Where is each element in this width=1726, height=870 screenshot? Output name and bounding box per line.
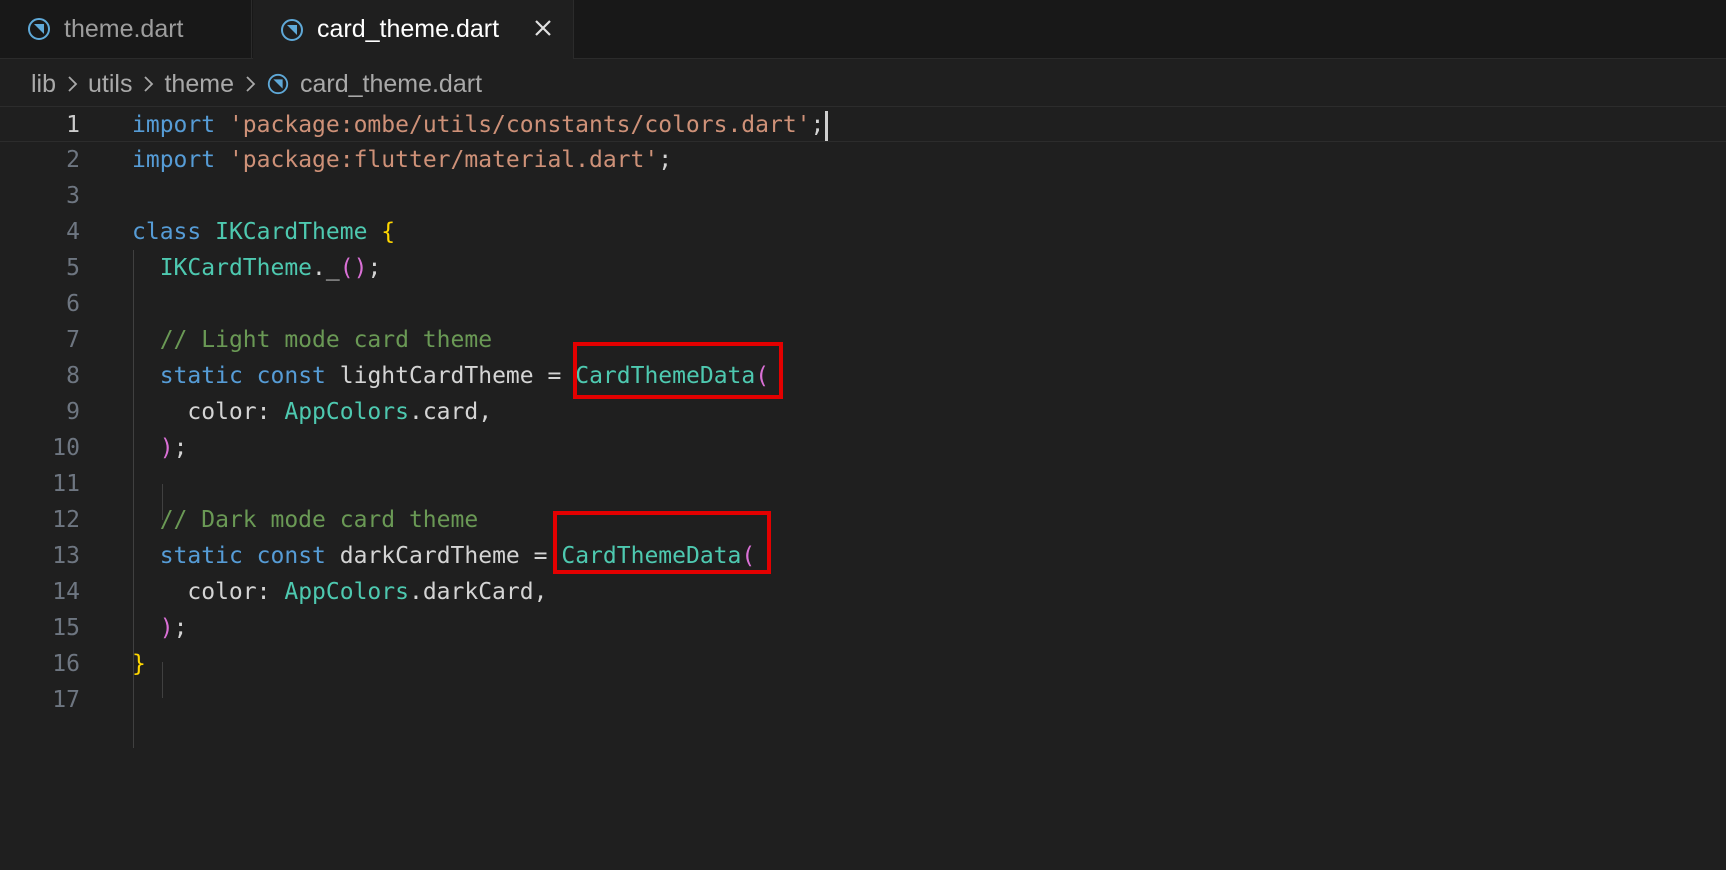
class-name: AppColors (284, 399, 409, 425)
breadcrumb-item-lib[interactable]: lib (31, 70, 56, 99)
line-number: 17 (52, 687, 80, 713)
chevron-right-icon (68, 76, 78, 92)
code-line: 2 import 'package:flutter/material.dart'… (0, 142, 1726, 178)
code-line: 9 color: AppColors.card, (0, 394, 1726, 430)
breadcrumb: lib utils theme card_theme.dart (31, 64, 482, 104)
keyword: const (256, 543, 326, 569)
line-number: 12 (52, 507, 80, 533)
dart-file-icon (28, 18, 50, 40)
line-number: 4 (66, 219, 80, 245)
code-line: 14 color: AppColors.darkCard, (0, 574, 1726, 610)
code-line: 1 import 'package:ombe/utils/constants/c… (0, 106, 1726, 142)
comment: // Dark mode card theme (159, 507, 479, 533)
line-number: 1 (66, 112, 80, 138)
property-name: color: (187, 579, 271, 605)
line-number: 16 (52, 651, 80, 677)
line-number: 10 (52, 435, 80, 461)
code-line: 4 class IKCardTheme { (0, 214, 1726, 250)
text-cursor (825, 110, 829, 141)
property-name: color: (187, 399, 271, 425)
class-name: AppColors (284, 579, 409, 605)
parens: ) (159, 615, 174, 641)
code-line: 13 static const darkCardTheme = CardThem… (0, 538, 1726, 574)
keyword: class (132, 219, 202, 245)
tab-label: card_theme.dart (317, 15, 500, 43)
code-line: 3 (0, 178, 1726, 214)
code-line: 12 // Dark mode card theme (0, 502, 1726, 538)
code-line: 15 ); (0, 610, 1726, 646)
punctuation: ; (810, 112, 825, 138)
code-editor[interactable]: 1 import 'package:ombe/utils/constants/c… (0, 104, 1726, 870)
string-literal: 'package:flutter/material.dart' (228, 147, 659, 173)
variable-name: lightCardTheme (339, 363, 534, 389)
punctuation: ; (173, 435, 188, 461)
tab-card-theme-dart[interactable]: card_theme.dart (253, 0, 574, 59)
line-number: 15 (52, 615, 80, 641)
member-access: .darkCard, (408, 579, 548, 605)
line-number: 6 (66, 291, 80, 317)
operator: = (533, 543, 548, 569)
breadcrumb-item-utils[interactable]: utils (88, 70, 132, 99)
code-line: 17 (0, 682, 1726, 718)
line-number: 11 (52, 471, 80, 497)
line-number: 2 (66, 147, 80, 173)
parens: ) (159, 435, 174, 461)
class-name: IKCardTheme (159, 255, 313, 281)
brace: } (132, 651, 146, 677)
line-number: 8 (66, 363, 80, 389)
dart-file-icon (281, 18, 303, 41)
close-icon[interactable] (529, 14, 557, 42)
code-line: 10 ); (0, 430, 1726, 466)
code-line: 6 (0, 286, 1726, 322)
line-number: 5 (66, 255, 80, 281)
keyword: static (159, 363, 243, 389)
chevron-right-icon (144, 76, 154, 92)
string-literal: 'package:ombe/utils/constants/colors.dar… (228, 112, 811, 138)
code-line: 8 static const lightCardTheme = CardThem… (0, 358, 1726, 394)
punctuation: ; (658, 147, 673, 173)
variable-name: darkCardTheme (339, 543, 520, 569)
punctuation: ._ (312, 255, 340, 281)
breadcrumb-item-file[interactable]: card_theme.dart (300, 70, 482, 99)
member-access: .card, (408, 399, 493, 425)
line-number: 13 (52, 543, 80, 569)
highlight-box-dark-cardthemedata (553, 511, 771, 574)
class-name: IKCardTheme (215, 219, 368, 245)
code-line: 11 (0, 466, 1726, 502)
keyword: import (132, 147, 216, 173)
code-line: 7 // Light mode card theme (0, 322, 1726, 358)
tab-theme-dart[interactable]: theme.dart (0, 0, 252, 58)
comment: // Light mode card theme (159, 327, 493, 353)
tab-label: theme.dart (64, 14, 184, 43)
code-line: 5 IKCardTheme._(); (0, 250, 1726, 286)
keyword: static (159, 543, 243, 569)
brace: { (381, 219, 396, 245)
line-number: 3 (66, 183, 80, 209)
chevron-right-icon (246, 76, 256, 92)
breadcrumb-item-theme[interactable]: theme (164, 70, 233, 99)
punctuation: ; (173, 615, 188, 641)
keyword: const (256, 363, 326, 389)
keyword: import (132, 112, 216, 138)
line-number: 7 (66, 327, 80, 353)
highlight-box-light-cardthemedata (573, 342, 783, 399)
dart-file-icon (267, 73, 289, 95)
tab-bar: theme.dart card_theme.dart (0, 0, 1726, 59)
code-line: 16 } (0, 646, 1726, 682)
operator: = (547, 363, 562, 389)
parens: () (339, 255, 368, 281)
line-number: 9 (66, 399, 80, 425)
punctuation: ; (367, 255, 382, 281)
line-number: 14 (52, 579, 80, 605)
